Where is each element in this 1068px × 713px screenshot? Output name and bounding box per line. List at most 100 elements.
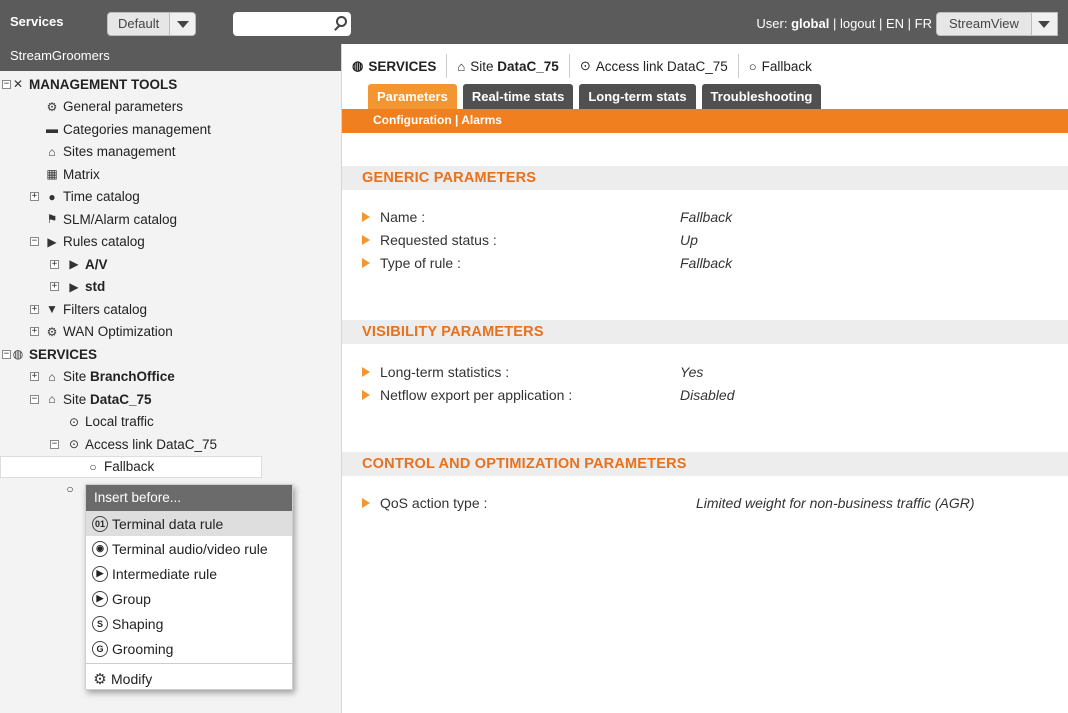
tree-label: Rules catalog [63, 234, 145, 250]
menu-item-terminal-av-rule[interactable]: ◉ Terminal audio/video rule [86, 536, 292, 561]
expand-icon[interactable]: + [30, 304, 39, 314]
profile-select-value: Default [118, 16, 160, 31]
param-label: QoS action type : [380, 495, 488, 511]
param-label: Requested status : [380, 232, 497, 248]
menu-item-grooming[interactable]: G Grooming [86, 636, 292, 661]
tree-item-matrix[interactable]: ▦ Matrix [0, 163, 341, 186]
tree-item-site-datac[interactable]: − ⌂ Site DataC_75 [0, 388, 341, 411]
expand-icon[interactable]: + [50, 282, 59, 292]
param-row: Netflow export per application : Disable… [362, 385, 1062, 407]
search-input[interactable] [233, 12, 333, 36]
tab-long-term-stats[interactable]: Long-term stats [579, 84, 696, 109]
tab-real-time-stats[interactable]: Real-time stats [462, 84, 574, 109]
tree-item-sites-management[interactable]: ⌂ Sites management [0, 141, 341, 164]
tree-label: Local traffic [85, 414, 154, 430]
section-title: VISIBILITY PARAMETERS [362, 324, 544, 340]
tree-item-rule-std[interactable]: + ▶ std [0, 276, 341, 299]
param-value: Limited weight for non-business traffic … [696, 495, 975, 511]
collapse-icon[interactable]: − [50, 439, 59, 449]
collapse-icon[interactable]: − [30, 394, 39, 404]
lang-en-link[interactable]: EN [886, 16, 904, 31]
tree-label: Fallback [104, 459, 155, 475]
tree-item-filters-catalog[interactable]: + ▼ Filters catalog [0, 298, 341, 321]
menu-item-group[interactable]: ▶ Group [86, 586, 292, 611]
sub-nav[interactable]: Configuration | Alarms [373, 113, 502, 127]
breadcrumb-fallback[interactable]: ○ Fallback [739, 54, 822, 78]
breadcrumb-label: SERVICES [368, 58, 437, 74]
grooming-icon: G [92, 640, 108, 657]
collapse-icon[interactable]: − [2, 79, 11, 89]
chevron-down-icon[interactable] [169, 13, 196, 35]
menu-item-label: Grooming [112, 640, 174, 657]
play-circle-icon: ▶ [69, 257, 79, 272]
menu-item-shaping[interactable]: S Shaping [86, 611, 292, 636]
breadcrumb-site[interactable]: ⌂ Site DataC_75 [447, 54, 570, 78]
tree-item-time-catalog[interactable]: + ● Time catalog [0, 186, 341, 209]
section-title: GENERIC PARAMETERS [362, 170, 537, 186]
tree-label: Site [63, 391, 87, 407]
param-row: Type of rule : Fallback [362, 253, 1062, 275]
tab-bar: Parameters Real-time stats Long-term sta… [368, 84, 822, 109]
profile-select[interactable]: Default [107, 12, 197, 36]
bullet-arrow-icon [362, 258, 370, 268]
tree-item-rule-av[interactable]: + ▶ A/V [0, 253, 341, 276]
tree-label: Access link DataC_75 [85, 436, 218, 452]
tree-label: Categories management [63, 121, 211, 137]
tree-label: SLM/Alarm catalog [63, 211, 178, 227]
breadcrumb-label: Fallback [761, 58, 812, 74]
param-label: Netflow export per application : [380, 387, 573, 403]
collapse-icon[interactable]: − [30, 237, 39, 247]
tree-item-slm-alarm-catalog[interactable]: ⚑ SLM/Alarm catalog [0, 208, 341, 231]
expand-icon[interactable]: + [30, 192, 39, 202]
tree-label-bold: DataC_75 [90, 391, 152, 407]
logout-link[interactable]: logout [840, 16, 875, 31]
tree-item-access-link[interactable]: − ⊙ Access link DataC_75 [0, 433, 341, 456]
menu-item-label: Modify [111, 670, 153, 687]
section-control: CONTROL AND OPTIMIZATION PARAMETERS [342, 452, 1068, 476]
play-circle-icon: ⊙ [579, 58, 591, 73]
play-circle-icon: ▶ [92, 565, 108, 582]
filter-icon: ▼ [46, 302, 58, 317]
view-select[interactable]: StreamView [936, 12, 1058, 36]
menu-item-intermediate-rule[interactable]: ▶ Intermediate rule [86, 561, 292, 586]
grid-icon: ▦ [46, 167, 58, 182]
tab-parameters[interactable]: Parameters [368, 84, 457, 109]
chevron-down-icon[interactable] [1030, 13, 1057, 35]
breadcrumb-label: Access link DataC_75 [595, 58, 728, 74]
bullet-arrow-icon [362, 498, 370, 508]
tree-label: General parameters [63, 99, 184, 115]
globe-icon: ◍ [352, 58, 364, 73]
tree-item-management-tools[interactable]: − ✕ MANAGEMENT TOOLS [0, 73, 341, 96]
main-panel: ◍ SERVICES ⌂ Site DataC_75 ⊙ Access link Da… [342, 44, 1068, 713]
tree-item-general-parameters[interactable]: ⚙ General parameters [0, 96, 341, 119]
tree-label-bold: BranchOffice [90, 369, 175, 385]
app-title: Services [10, 14, 64, 29]
tree-item-rules-catalog[interactable]: − ▶ Rules catalog [0, 231, 341, 254]
search-icon[interactable] [333, 12, 351, 36]
play-circle-icon: ⊙ [68, 414, 80, 429]
bullet-arrow-icon [362, 367, 370, 377]
tree-item-local-traffic[interactable]: ⊙ Local traffic [0, 411, 341, 434]
menu-item-label: Shaping [112, 615, 164, 632]
context-menu: Insert before... 01 Terminal data rule ◉ T… [85, 484, 293, 690]
play-circle-icon: ▶ [92, 590, 108, 607]
expand-icon[interactable]: + [30, 327, 39, 337]
menu-item-modify[interactable]: ⚙ Modify [86, 666, 292, 691]
breadcrumb-services[interactable]: ◍ SERVICES [342, 54, 448, 78]
menu-item-terminal-data-rule[interactable]: 01 Terminal data rule [86, 511, 292, 536]
tree-item-services[interactable]: − ◍ SERVICES [0, 343, 341, 366]
bullet-arrow-icon [362, 390, 370, 400]
tree-item-categories-management[interactable]: ▬ Categories management [0, 118, 341, 141]
param-value: Up [680, 232, 698, 248]
clock-icon: ● [48, 189, 56, 204]
tree-item-wan-optimization[interactable]: + ⚙ WAN Optimization [0, 321, 341, 344]
param-value: Yes [680, 364, 704, 380]
expand-icon[interactable]: + [50, 259, 59, 269]
tree-item-fallback[interactable]: ○ Fallback [0, 455, 262, 478]
tree-item-site-branchoffice[interactable]: + ⌂ Site BranchOffice [0, 366, 341, 389]
breadcrumb-access-link[interactable]: ⊙ Access link DataC_75 [570, 54, 739, 78]
collapse-icon[interactable]: − [2, 349, 11, 359]
tab-troubleshooting[interactable]: Troubleshooting [701, 84, 822, 109]
lang-fr-link[interactable]: FR [915, 16, 932, 31]
expand-icon[interactable]: + [30, 372, 39, 382]
